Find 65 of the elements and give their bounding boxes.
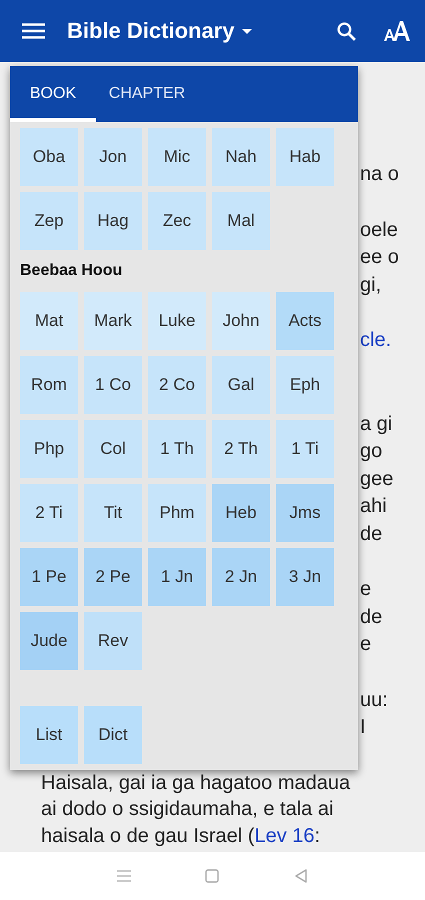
article-text: gi, [360, 274, 382, 296]
book-tile[interactable]: 2 Co [148, 356, 206, 414]
article-text: ee o [360, 246, 399, 268]
article-text: go [360, 440, 382, 462]
book-tile[interactable]: 3 Jn [276, 548, 334, 606]
book-tile[interactable]: Hag [84, 192, 142, 250]
section-heading: Beebaa Hoou [20, 262, 124, 280]
book-tile[interactable]: Phm [148, 484, 206, 542]
book-tile[interactable]: 1 Co [84, 356, 142, 414]
book-tile[interactable]: Mat [20, 292, 78, 350]
article-text: gee [360, 468, 394, 490]
book-tile[interactable]: 1 Th [148, 420, 206, 478]
mode-tile[interactable]: List [20, 706, 78, 764]
menu-icon[interactable] [22, 21, 45, 41]
book-tile[interactable]: Zec [148, 192, 206, 250]
book-tile[interactable]: 1 Pe [20, 548, 78, 606]
book-tile[interactable]: Jon [84, 128, 142, 186]
article-text: Haisala, gai ia ga hagatoo madaua [41, 772, 350, 794]
article-text: oele [360, 218, 398, 240]
book-tile[interactable]: Heb [212, 484, 270, 542]
article-link[interactable]: cle. [360, 329, 392, 351]
book-tile[interactable]: Zep [20, 192, 78, 250]
article-text: ai dodo o ssigidaumaha, e tala ai [41, 798, 334, 820]
book-tile[interactable]: Mark [84, 292, 142, 350]
book-tile[interactable]: 2 Ti [20, 484, 78, 542]
tab[interactable]: CHAPTER [96, 66, 198, 122]
book-tile[interactable]: Rev [84, 612, 142, 670]
article-text: a gi [360, 412, 392, 434]
book-tile[interactable]: 1 Jn [148, 548, 206, 606]
article-text: haisala o de gau Israel ( [41, 824, 254, 846]
book-tile[interactable]: John [212, 292, 270, 350]
book-tile[interactable]: 2 Pe [84, 548, 142, 606]
book-tile[interactable]: Col [84, 420, 142, 478]
book-tile[interactable]: Eph [276, 356, 334, 414]
article-text: na o [360, 163, 399, 185]
book-tile[interactable]: Hab [276, 128, 334, 186]
book-tile[interactable]: Jms [276, 484, 334, 542]
book-tile[interactable]: Tit [84, 484, 142, 542]
article-text: e [360, 578, 372, 600]
font-size-icon[interactable] [383, 20, 411, 42]
book-tile[interactable]: Gal [212, 356, 270, 414]
article-text: de [360, 522, 382, 544]
title-dropdown[interactable]: Bible Dictionary [67, 18, 234, 44]
book-tile[interactable]: Mic [148, 128, 206, 186]
article-text: e [360, 633, 372, 655]
mode-tile[interactable]: Dict [84, 706, 142, 764]
article-text: uu: [360, 688, 388, 710]
book-tile[interactable]: Oba [20, 128, 78, 186]
book-tile[interactable]: Php [20, 420, 78, 478]
article-text: I [360, 716, 366, 738]
article-text: ahi [360, 495, 387, 517]
book-tile[interactable]: 2 Jn [212, 548, 270, 606]
book-tile[interactable]: Jude [20, 612, 78, 670]
book-tile[interactable]: Mal [212, 192, 270, 250]
book-tile[interactable]: Acts [276, 292, 334, 350]
book-tile[interactable]: Rom [20, 356, 78, 414]
book-tile[interactable]: 1 Ti [276, 420, 334, 478]
article-text: : [314, 824, 320, 846]
caret-icon [242, 28, 252, 34]
book-tile[interactable]: Luke [148, 292, 206, 350]
book-tile[interactable]: Nah [212, 128, 270, 186]
article-link[interactable]: Lev 16 [254, 824, 315, 846]
book-tile[interactable]: 2 Th [212, 420, 270, 478]
article-text: de [360, 606, 382, 628]
tab[interactable]: BOOK [10, 66, 96, 122]
